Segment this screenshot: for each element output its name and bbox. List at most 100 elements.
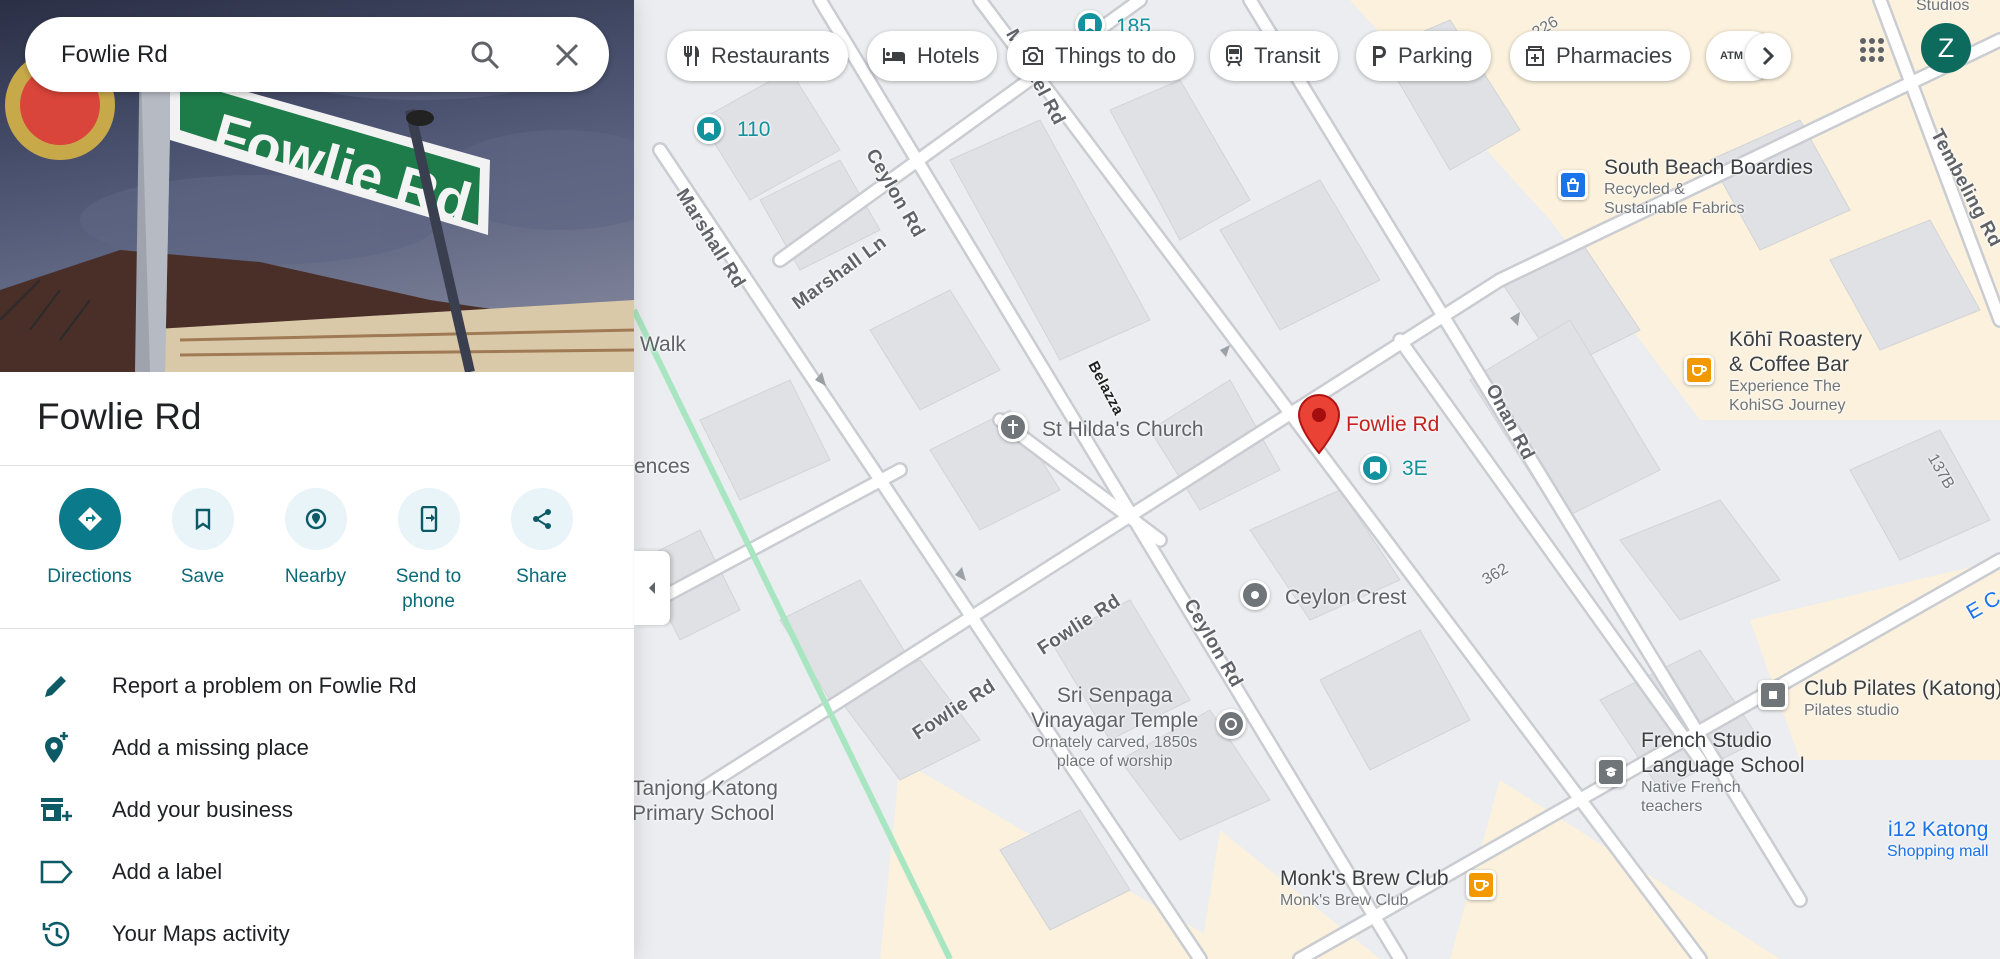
account-avatar[interactable]: Z (1921, 23, 1971, 73)
maps-activity-row[interactable]: Your Maps activity (0, 903, 634, 959)
cafe-pin-monks[interactable] (1466, 870, 1496, 900)
menu-label: Add a label (112, 859, 223, 884)
hotel-icon (883, 48, 905, 64)
search-input[interactable] (61, 40, 441, 69)
selected-place-label: Fowlie Rd (1346, 413, 1440, 436)
selected-place-pin-icon[interactable] (1297, 393, 1341, 455)
divider (0, 628, 634, 629)
poi-monks-brew-club[interactable]: Monk's Brew Club Monk's Brew Club (1280, 866, 1449, 910)
menu-label: Your Maps activity (112, 921, 290, 946)
directions-button[interactable]: Directions (33, 488, 146, 589)
directions-icon (77, 507, 102, 531)
add-business-row[interactable]: Add your business (0, 779, 634, 841)
search-icon (471, 41, 500, 70)
chip-label: Parking (1398, 43, 1473, 68)
report-problem-row[interactable]: Report a problem on Fowlie Rd (0, 655, 634, 717)
menu-label: Add a missing place (112, 735, 309, 760)
camera-icon (1023, 47, 1043, 65)
caret-left-icon (649, 582, 655, 594)
pencil-icon (38, 668, 74, 704)
shop-pin-south-beach[interactable] (1558, 170, 1588, 200)
search-box[interactable] (25, 17, 609, 92)
coffee-cup-icon (1692, 365, 1707, 376)
bookmark-icon (704, 123, 714, 135)
add-place-icon (38, 730, 74, 766)
chips-next-button[interactable] (1745, 33, 1791, 79)
save-circle (171, 488, 234, 550)
pharmacy-icon (1526, 46, 1544, 66)
chip-label: ATM (1720, 50, 1744, 62)
bookmark-pin-3e[interactable] (1360, 453, 1390, 483)
poi-french-studio[interactable]: French Studio Language School Native Fre… (1641, 728, 1804, 816)
place-title: Fowlie Rd (37, 396, 202, 437)
share-circle (510, 488, 573, 550)
residence-pin-ceylon-crest[interactable] (1240, 580, 1270, 610)
add-label-row[interactable]: Add a label (0, 841, 634, 903)
coffee-cup-icon (1474, 880, 1489, 891)
poi-south-beach-boardies[interactable]: South Beach Boardies Recycled & Sustaina… (1604, 155, 1813, 218)
add-missing-place-row[interactable]: Add a missing place (0, 717, 634, 779)
chip-label: Transit (1254, 43, 1321, 68)
save-button[interactable]: Save (146, 488, 259, 589)
share-button[interactable]: Share (485, 488, 598, 589)
map-label-studios: Studios (1916, 0, 1970, 14)
poi-kohi-roastery[interactable]: Kōhī Roastery & Coffee Bar Experience Th… (1729, 327, 1862, 415)
google-apps-button[interactable] (1852, 30, 1892, 70)
nearby-button[interactable]: Nearby (259, 488, 372, 589)
collapse-panel-button[interactable] (634, 551, 670, 625)
action-label: Nearby (284, 566, 347, 587)
chevron-right-icon (1762, 46, 1775, 66)
bookmark-pin-110[interactable] (694, 114, 724, 144)
history-icon (38, 916, 74, 952)
close-icon (555, 43, 579, 67)
school-icon (1605, 767, 1617, 777)
map-label-ences: ences (634, 455, 691, 478)
dot-icon (1251, 591, 1259, 599)
action-label: Save (180, 566, 225, 587)
pin-label-110: 110 (737, 118, 771, 141)
action-label: Share (516, 566, 567, 587)
cafe-pin-kohi[interactable] (1684, 355, 1714, 385)
chip-label: Hotels (917, 43, 980, 68)
chip-transit[interactable]: Transit (1210, 31, 1339, 81)
shopping-bag-icon (1566, 178, 1580, 192)
poi-club-pilates[interactable]: Club Pilates (Katong) Pilates studio (1804, 676, 2000, 720)
action-label: Directions (47, 566, 132, 587)
chip-things-to-do[interactable]: Things to do (1007, 31, 1195, 81)
church-pin[interactable] (998, 412, 1028, 442)
chip-label: Things to do (1055, 43, 1177, 68)
clear-search-button[interactable] (547, 35, 587, 75)
om-icon (1225, 718, 1237, 730)
poi-i12-katong[interactable]: i12 Katong Shopping mall (1887, 817, 1988, 861)
chip-label: Pharmacies (1556, 43, 1673, 68)
chip-parking[interactable]: Parking (1356, 31, 1491, 81)
cross-icon (1008, 420, 1018, 434)
restaurant-icon (684, 46, 699, 66)
search-button[interactable] (465, 35, 505, 75)
directions-circle (58, 488, 121, 550)
label-icon (38, 854, 74, 890)
poi-ceylon-crest[interactable]: Ceylon Crest (1285, 585, 1406, 610)
chip-pharmacies[interactable]: Pharmacies (1510, 31, 1691, 81)
temple-pin[interactable] (1216, 709, 1246, 739)
nearby-icon (305, 508, 326, 530)
chip-label: Restaurants (711, 43, 830, 68)
send-to-phone-circle (397, 488, 460, 550)
chip-restaurants[interactable]: Restaurants (667, 31, 848, 81)
share-icon (532, 509, 551, 529)
pin-label-3e: 3E (1402, 457, 1428, 480)
nearby-circle (284, 488, 347, 550)
map-label-walk: Walk (640, 333, 686, 356)
menu-label: Report a problem on Fowlie Rd (112, 673, 417, 698)
send-to-phone-button[interactable]: Send to phone (372, 488, 485, 614)
bookmark-icon (1370, 462, 1380, 474)
transit-icon (1226, 45, 1242, 67)
poi-sri-senpaga[interactable]: Sri Senpaga Vinayagar Temple Ornately ca… (1031, 683, 1198, 771)
poi-tanjong-katong[interactable]: Tanjong Katong Primary School (632, 776, 778, 826)
add-business-icon (38, 792, 74, 828)
poi-st-hildas-church[interactable]: St Hilda's Church (1042, 417, 1204, 442)
square-icon (1769, 691, 1777, 699)
school-pin-french-studio[interactable] (1596, 757, 1626, 787)
gym-pin-club-pilates[interactable] (1758, 680, 1788, 710)
chip-hotels[interactable]: Hotels (867, 31, 998, 81)
